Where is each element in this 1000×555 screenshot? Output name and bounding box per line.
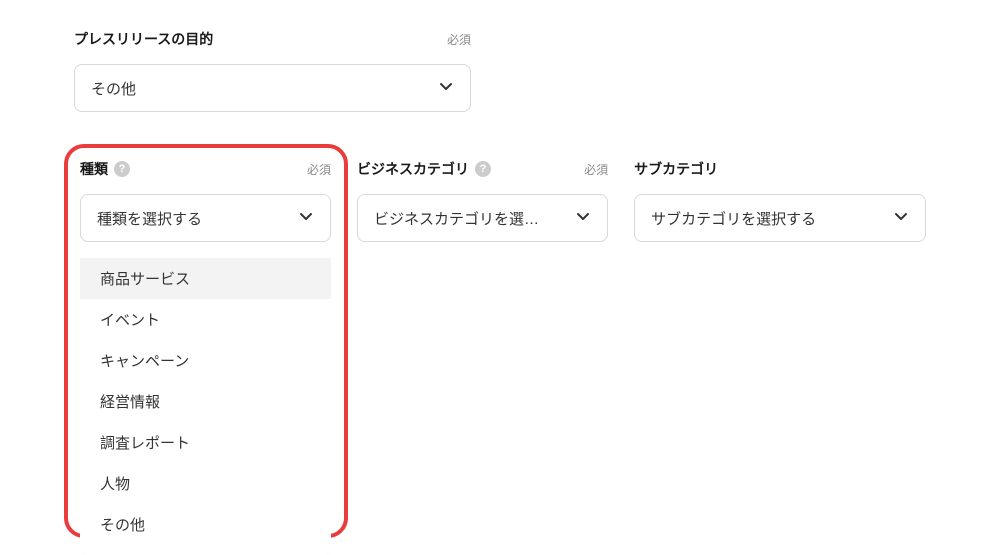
type-required-badge: 必須 [307,161,331,178]
type-select[interactable]: 種類を選択する [80,194,331,242]
purpose-field: プレスリリースの目的 必須 その他 [74,28,471,112]
purpose-value: その他 [91,78,136,99]
subcat-label: サブカテゴリ [634,159,718,179]
type-option[interactable]: イベント [80,299,331,340]
purpose-required-badge: 必須 [447,31,471,48]
type-option[interactable]: キャンペーン [80,340,331,381]
type-option[interactable]: 人物 [80,463,331,504]
type-placeholder: 種類を選択する [97,208,202,229]
subcat-placeholder: サブカテゴリを選択する [651,208,816,229]
type-option[interactable]: 調査レポート [80,422,331,463]
type-label: 種類 ? [80,159,130,179]
bizcat-header: ビジネスカテゴリ ? 必須 [357,158,608,180]
bizcat-label: ビジネスカテゴリ ? [357,159,491,179]
subcat-header: サブカテゴリ [634,158,926,180]
chevron-down-icon [298,208,314,229]
type-header: 種類 ? 必須 [80,158,331,180]
type-option[interactable]: 商品サービス [80,258,331,299]
bizcat-required-badge: 必須 [584,161,608,178]
subcat-select[interactable]: サブカテゴリを選択する [634,194,926,242]
bizcat-field: ビジネスカテゴリ ? 必須 ビジネスカテゴリを選… [357,158,608,242]
help-icon[interactable]: ? [114,161,130,177]
help-icon[interactable]: ? [475,161,491,177]
chevron-down-icon [893,208,909,229]
chevron-down-icon [575,208,591,229]
purpose-label: プレスリリースの目的 [74,29,213,49]
type-dropdown: 商品サービス イベント キャンペーン 経営情報 調査レポート 人物 その他 [80,248,331,555]
purpose-header: プレスリリースの目的 必須 [74,28,471,50]
chevron-down-icon [438,78,454,99]
type-option[interactable]: その他 [80,504,331,545]
purpose-select[interactable]: その他 [74,64,471,112]
bizcat-placeholder: ビジネスカテゴリを選… [374,208,539,229]
subcat-field: サブカテゴリ サブカテゴリを選択する [634,158,926,242]
type-option[interactable]: 経営情報 [80,381,331,422]
bizcat-select[interactable]: ビジネスカテゴリを選… [357,194,608,242]
category-row: 種類 ? 必須 種類を選択する 商品サービス イベント キャンペーン 経営情報 … [74,158,926,242]
type-field: 種類 ? 必須 種類を選択する 商品サービス イベント キャンペーン 経営情報 … [80,158,331,242]
